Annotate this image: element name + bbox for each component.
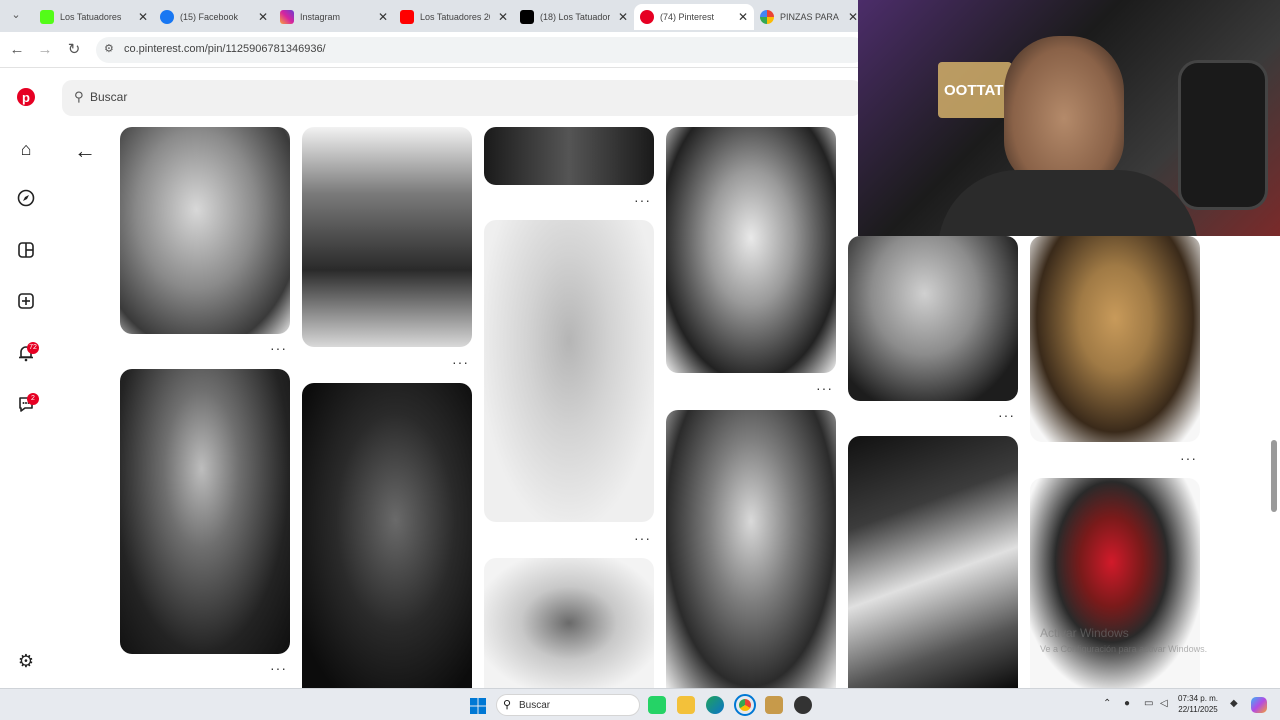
pin-dark-candles[interactable] (484, 127, 654, 185)
close-icon[interactable]: ✕ (848, 10, 858, 24)
volume-icon[interactable]: ◁ (1160, 698, 1168, 709)
file-explorer-icon[interactable] (677, 696, 695, 714)
activate-windows-watermark: Activar Windows Ve a Configuración para … (1040, 626, 1207, 654)
watermark-subtitle: Ve a Configuración para activar Windows. (1040, 644, 1208, 654)
tab-title: Los Tatuadores 20 (420, 12, 490, 22)
tray-chevron-icon[interactable]: ⌃ (1103, 698, 1111, 709)
chrome-icon[interactable] (734, 694, 756, 716)
forward-icon[interactable]: → (35, 40, 55, 60)
facebook-icon (160, 10, 174, 24)
pin-red-demon-woman[interactable] (1030, 478, 1200, 688)
person-body (938, 170, 1198, 236)
home-icon[interactable]: ⌂ (15, 138, 37, 160)
settings-icon[interactable]: ⚙ (15, 650, 37, 672)
edge-icon[interactable] (706, 696, 724, 714)
pin-more-icon[interactable]: ··· (816, 380, 833, 396)
clock-date: 22/11/2025 (1178, 705, 1218, 714)
tab-facebook[interactable]: (15) Facebook ✕ (154, 4, 274, 30)
instagram-icon (280, 10, 294, 24)
pin-more-icon[interactable]: ··· (634, 530, 651, 546)
studio-sign-text: OOTTAT (944, 82, 1004, 99)
pin-woman-shush-sleeve[interactable] (302, 127, 472, 347)
search-icon: ⚲ (503, 699, 512, 711)
start-icon[interactable] (470, 698, 486, 719)
reload-icon[interactable]: ↻ (64, 40, 84, 60)
person-head (1004, 36, 1124, 186)
copilot-icon[interactable] (1251, 697, 1267, 713)
boards-icon[interactable] (15, 241, 37, 263)
kick-icon (40, 10, 54, 24)
microphone-icon[interactable]: ● (1124, 698, 1130, 709)
pin-woman-lips[interactable] (848, 236, 1018, 401)
recording-app-icon[interactable] (794, 696, 812, 714)
tab-title: Los Tatuadores (60, 12, 122, 22)
tab-title: (74) Pinterest (660, 12, 715, 22)
tab-title: Instagram (300, 12, 341, 22)
taskbar-search[interactable]: ⚲ Buscar (496, 694, 640, 716)
pin-blonde-skull-woman[interactable] (1030, 236, 1200, 442)
notes-app-icon[interactable] (765, 696, 783, 714)
windows-taskbar: ⚲ Buscar ⌃ ● ▭ ◁ 07:34 p. m. 22/11/2025 … (0, 688, 1280, 720)
tab-google[interactable]: PINZAS PARA PE ✕ (754, 4, 864, 30)
page-scrollbar[interactable] (1271, 440, 1277, 512)
search-input[interactable]: Buscar (90, 90, 127, 104)
address-bar[interactable]: ⚙ co.pinterest.com/pin/1125906781346936/ (96, 37, 866, 63)
pin-medusa-portrait[interactable] (120, 369, 290, 654)
url-text: co.pinterest.com/pin/1125906781346936/ (124, 43, 326, 55)
youtube-icon (400, 10, 414, 24)
pin-more-icon[interactable]: ··· (634, 192, 651, 208)
pin-virgin-mary[interactable] (666, 127, 836, 373)
taskbar-search-label: Buscar (519, 700, 551, 711)
tab-list-button[interactable]: ⌄ (6, 5, 26, 25)
search-bar[interactable]: ⚲ Buscar (62, 80, 862, 116)
pin-fractured-woman[interactable] (848, 436, 1018, 688)
pinterest-sidebar: p ⌂ 72 2 ⚙ (0, 68, 52, 688)
pin-medusa-snakes[interactable] (120, 127, 290, 334)
network-icon[interactable]: ▭ (1144, 698, 1153, 709)
explore-icon[interactable] (15, 189, 37, 211)
notification-bell-icon[interactable]: ◆ (1230, 698, 1238, 709)
svg-text:p: p (22, 90, 30, 105)
back-icon[interactable]: ← (7, 40, 27, 60)
tab-instagram[interactable]: Instagram ✕ (274, 4, 394, 30)
tiktok-icon (520, 10, 534, 24)
create-icon[interactable] (15, 292, 37, 314)
tab-title: (18) Los Tatuadores (540, 12, 610, 22)
pin-skull-hands-woman[interactable] (484, 220, 654, 522)
pin-woman-with-skull[interactable] (302, 383, 472, 688)
pin-angel-statue[interactable] (666, 410, 836, 688)
messages-badge: 2 (27, 393, 39, 405)
pinterest-icon (640, 10, 654, 24)
pin-more-icon[interactable]: ··· (1180, 450, 1197, 466)
google-icon (760, 10, 774, 24)
close-icon[interactable]: ✕ (498, 10, 508, 24)
chair (1178, 60, 1268, 210)
pinterest-logo-icon[interactable]: p (15, 87, 37, 109)
tab-tiktok[interactable]: (18) Los Tatuadores ✕ (514, 4, 634, 30)
tab-los-tatuadores[interactable]: Los Tatuadores ✕ (34, 4, 154, 30)
notifications-badge: 72 (27, 342, 39, 354)
whatsapp-icon[interactable] (648, 696, 666, 714)
close-icon[interactable]: ✕ (618, 10, 628, 24)
watermark-title: Activar Windows (1040, 626, 1129, 640)
close-icon[interactable]: ✕ (378, 10, 388, 24)
close-icon[interactable]: ✕ (138, 10, 148, 24)
webcam-overlay: OOTTAT (858, 0, 1280, 236)
tab-pinterest[interactable]: (74) Pinterest ✕ (634, 4, 755, 30)
pin-surreal-face[interactable] (484, 558, 654, 688)
pin-more-icon[interactable]: ··· (452, 354, 469, 370)
tab-title: PINZAS PARA PE (780, 12, 840, 22)
back-arrow-icon[interactable]: ← (74, 138, 96, 164)
tab-youtube[interactable]: Los Tatuadores 20 ✕ (394, 4, 514, 30)
pin-more-icon[interactable]: ··· (270, 660, 287, 676)
pin-more-icon[interactable]: ··· (270, 340, 287, 356)
close-icon[interactable]: ✕ (738, 10, 748, 24)
taskbar-clock[interactable]: 07:34 p. m. 22/11/2025 (1178, 693, 1218, 715)
site-info-icon[interactable]: ⚙ (104, 42, 114, 55)
close-icon[interactable]: ✕ (258, 10, 268, 24)
clock-time: 07:34 p. m. (1178, 694, 1219, 703)
search-icon: ⚲ (74, 89, 84, 104)
tab-title: (15) Facebook (180, 12, 239, 22)
pin-more-icon[interactable]: ··· (998, 407, 1015, 423)
